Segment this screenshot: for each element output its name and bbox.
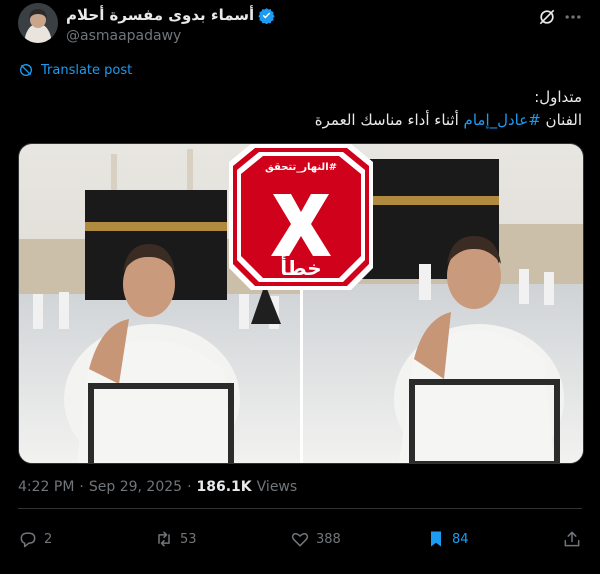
bookmark-button[interactable]: 84 bbox=[426, 529, 536, 549]
tweet-action-bar: 2 53 388 84 bbox=[18, 526, 582, 552]
tweet-date[interactable]: Sep 29, 2025 bbox=[89, 479, 182, 495]
tweet-line-1: متداول: bbox=[534, 88, 582, 106]
share-icon bbox=[564, 531, 580, 547]
author-name[interactable]: أسماء بدوى مفسرة أحلام bbox=[66, 6, 254, 24]
author-name-row[interactable]: أسماء بدوى مفسرة أحلام bbox=[66, 6, 275, 24]
stamp-verdict-text: خطأ bbox=[280, 256, 322, 280]
tweet-line-2-prefix: الفنان bbox=[540, 111, 582, 129]
translate-post-link[interactable]: Translate post bbox=[18, 62, 132, 78]
tweet-time[interactable]: 4:22 PM bbox=[18, 479, 74, 495]
reply-count: 2 bbox=[44, 531, 53, 547]
tweet-line-2: الفنان #عادل_إمام أثناء أداء مناسك العمر… bbox=[22, 109, 582, 132]
tweet-media-image[interactable]: #النهار_تتحقق خطأ bbox=[18, 143, 584, 464]
tweet-line-2-suffix: أثناء أداء مناسك العمرة bbox=[314, 111, 464, 129]
media-photo-collage bbox=[19, 144, 583, 463]
meta-separator: · bbox=[79, 479, 84, 495]
translate-label[interactable]: Translate post bbox=[41, 63, 132, 78]
bookmark-icon bbox=[431, 531, 441, 547]
verified-badge-icon bbox=[258, 7, 275, 24]
heart-icon bbox=[291, 533, 309, 547]
divider bbox=[18, 508, 582, 509]
author-handle[interactable]: @asmaapadawy bbox=[66, 28, 181, 44]
repost-button[interactable]: 53 bbox=[154, 529, 264, 549]
bookmark-count: 84 bbox=[452, 531, 469, 547]
reply-button[interactable]: 2 bbox=[18, 529, 128, 549]
meta-separator: · bbox=[187, 479, 192, 495]
stamp-tag-text: #النهار_تتحقق bbox=[264, 162, 337, 173]
tweet-text: متداول: الفنان #عادل_إمام أثناء أداء منا… bbox=[22, 86, 582, 132]
translate-icon bbox=[20, 64, 32, 76]
repost-count: 53 bbox=[180, 531, 197, 547]
views-count: 186.1K bbox=[196, 479, 252, 495]
like-button[interactable]: 388 bbox=[290, 529, 400, 549]
like-count: 388 bbox=[316, 531, 341, 547]
hashtag-link[interactable]: #عادل_إمام bbox=[464, 111, 541, 129]
more-options-icon[interactable] bbox=[563, 7, 583, 27]
author-avatar[interactable] bbox=[18, 3, 58, 43]
reply-icon bbox=[20, 532, 36, 548]
grok-icon[interactable] bbox=[537, 7, 557, 27]
share-button[interactable] bbox=[562, 529, 582, 549]
repost-icon bbox=[158, 531, 170, 547]
tweet-meta: 4:22 PM · Sep 29, 2025 · 186.1K Views bbox=[18, 479, 297, 495]
views-label: Views bbox=[256, 479, 298, 495]
